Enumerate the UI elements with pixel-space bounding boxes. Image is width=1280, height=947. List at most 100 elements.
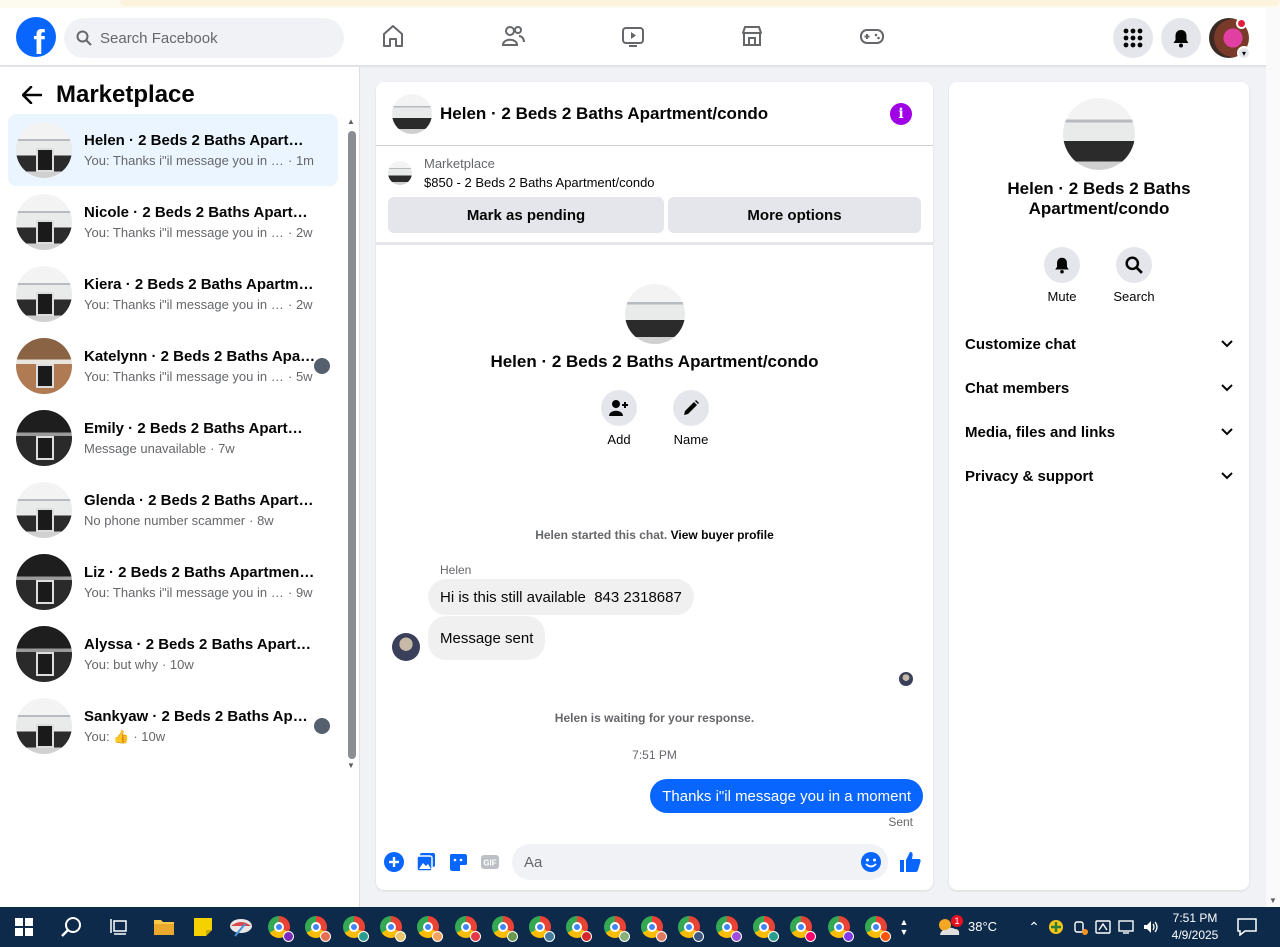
chrome-window-icon[interactable] — [340, 913, 369, 942]
chrome-window-icon[interactable] — [302, 913, 332, 942]
notifications-center-icon[interactable] — [1233, 913, 1261, 941]
volume-icon[interactable] — [1137, 913, 1165, 941]
emoji-icon[interactable] — [859, 850, 883, 874]
add-people-button[interactable]: Add — [589, 390, 649, 447]
listing-banner[interactable]: Marketplace $850 - 2 Beds 2 Baths Apartm… — [388, 156, 655, 190]
marketplace-icon[interactable] — [736, 20, 768, 52]
chrome-window-icon[interactable] — [526, 913, 556, 942]
chrome-window-icon[interactable] — [675, 913, 705, 942]
chrome-window-icon[interactable] — [377, 913, 406, 942]
conversation-item[interactable]: Kiera · 2 Beds 2 Baths Apartment/condo Yo… — [8, 258, 338, 330]
chrome-window-icon[interactable] — [489, 913, 518, 942]
chevron-down-icon[interactable]: ▾ — [1237, 46, 1251, 60]
chrome-window-icon[interactable] — [265, 913, 294, 942]
incoming-message[interactable]: Hi is this still available 843 2318687 — [428, 579, 694, 615]
conversation-name: Sankyaw · 2 Beds 2 Baths Apartment/condo — [84, 707, 316, 725]
browser-top-strip — [0, 0, 1280, 8]
taskbar-search-icon[interactable] — [58, 913, 86, 941]
incoming-message[interactable]: Message sent — [428, 616, 546, 660]
message-input[interactable] — [512, 844, 888, 880]
chrome-window-icon[interactable] — [825, 913, 854, 942]
back-arrow-icon[interactable] — [16, 79, 48, 111]
gaming-icon[interactable] — [856, 20, 888, 52]
page-scrollbar[interactable]: ▼ — [1266, 8, 1280, 907]
weather-icon[interactable]: 1 — [935, 913, 963, 941]
page-title: Marketplace — [56, 81, 195, 108]
sender-avatar[interactable] — [392, 633, 420, 661]
task-view-icon[interactable] — [105, 913, 133, 941]
conversation-item[interactable]: Nicole · 2 Beds 2 Baths Apartment/condo Y… — [8, 186, 338, 258]
conversation-preview: Message unavailable — [84, 441, 207, 456]
chat-title[interactable]: Helen · 2 Beds 2 Baths Apartment/condo — [440, 104, 768, 124]
conversation-item[interactable]: Helen · 2 Beds 2 Baths Apartment/condo Yo… — [8, 114, 338, 186]
conversation-thumbnail — [16, 482, 72, 538]
profile-badge — [805, 931, 817, 942]
windows-start-icon[interactable] — [10, 913, 38, 941]
message-composer: GIF — [376, 842, 933, 882]
conversation-item[interactable]: Katelynn · 2 Beds 2 Baths Apartment/cond… — [8, 330, 338, 402]
temperature[interactable]: 38°C — [968, 919, 997, 934]
chrome-window-icon[interactable] — [862, 913, 891, 942]
chrome-window-icon[interactable] — [713, 913, 742, 942]
notifications-bell-icon[interactable] — [1161, 18, 1201, 58]
chrome-window-icon[interactable] — [563, 913, 593, 942]
chrome-window-icon[interactable] — [452, 913, 481, 942]
snipping-tool-icon[interactable] — [227, 913, 255, 941]
sticky-notes-icon[interactable] — [189, 913, 217, 941]
chrome-window-icon[interactable] — [787, 913, 817, 942]
taskbar-overflow-arrows[interactable]: ▲ ▼ — [897, 909, 911, 945]
network-icon[interactable] — [1112, 913, 1140, 941]
watch-video-icon[interactable] — [617, 20, 649, 52]
search-box[interactable] — [64, 18, 344, 58]
message-timestamp: 7:51 PM — [632, 748, 677, 762]
menu-grid-icon[interactable] — [1113, 18, 1153, 58]
facebook-logo[interactable]: f — [16, 17, 56, 57]
info-icon[interactable]: i — [890, 103, 912, 125]
conversation-item[interactable]: Sankyaw · 2 Beds 2 Baths Apartment/condo… — [8, 690, 338, 762]
search-in-chat-button[interactable]: Search — [1104, 247, 1164, 304]
chat-intro: Helen · 2 Beds 2 Baths Apartment/condo — [376, 284, 933, 372]
profile-badge — [842, 931, 854, 942]
system-clock[interactable]: 7:51 PM 4/9/2025 — [1166, 910, 1224, 944]
chat-members-section[interactable]: Chat members — [965, 368, 1233, 408]
conversation-item[interactable]: Glenda · 2 Beds 2 Baths Apartment/condo N… — [8, 474, 338, 546]
conversation-item[interactable]: Alyssa · 2 Beds 2 Baths Apartment/condo Y… — [8, 618, 338, 690]
file-explorer-icon[interactable] — [150, 913, 178, 941]
plus-circle-icon[interactable] — [382, 850, 406, 874]
gif-icon[interactable]: GIF — [478, 850, 502, 874]
friends-icon[interactable] — [497, 20, 529, 52]
view-buyer-profile-link[interactable]: View buyer profile — [671, 528, 774, 542]
mute-button[interactable]: Mute — [1032, 247, 1092, 304]
home-icon[interactable] — [377, 20, 409, 52]
chrome-window-icon[interactable] — [638, 913, 667, 942]
chrome-window-icon[interactable] — [601, 913, 630, 942]
outgoing-message[interactable]: Thanks i"il message you in a moment — [650, 779, 923, 813]
sticker-icon[interactable] — [446, 850, 470, 874]
search-input[interactable] — [100, 29, 320, 47]
sidebar-scrollbar[interactable]: ▲ ▼ — [346, 117, 358, 770]
conversation-name: Emily · 2 Beds 2 Baths Apartment/condo — [84, 420, 316, 437]
customize-chat-section[interactable]: Customize chat — [965, 324, 1233, 364]
photo-gallery-icon[interactable] — [414, 850, 438, 874]
conversation-name: Glenda · 2 Beds 2 Baths Apartment/condo — [84, 492, 316, 509]
account-avatar[interactable]: ▾ — [1209, 18, 1251, 60]
details-avatar[interactable] — [1063, 98, 1135, 170]
media-files-links-section[interactable]: Media, files and links — [965, 412, 1233, 452]
edit-name-button[interactable]: Name — [661, 390, 721, 447]
conversation-item[interactable]: Liz · 2 Beds 2 Baths Apartment/condo You:… — [8, 546, 338, 618]
conversation-name: Liz · 2 Beds 2 Baths Apartment/condo — [84, 564, 316, 581]
windows-taskbar: ▲ ▼ 1 38°C ⌃ 7:51 PM 4/9/2025 — [0, 907, 1280, 947]
chrome-window-icon[interactable] — [414, 913, 444, 942]
intro-avatar[interactable] — [624, 284, 685, 344]
chat-avatar[interactable] — [392, 93, 432, 134]
conversation-thumbnail — [16, 122, 72, 178]
conversation-item[interactable]: Emily · 2 Beds 2 Baths Apartment/condo Me… — [8, 402, 338, 474]
thumbs-up-icon[interactable] — [898, 850, 922, 874]
more-options-button[interactable]: More options — [668, 197, 921, 233]
conversation-thumbnail — [16, 410, 72, 466]
privacy-support-section[interactable]: Privacy & support — [965, 456, 1233, 496]
profile-badge — [283, 931, 294, 942]
conversation-time: · 9w — [288, 585, 313, 600]
mark-as-pending-button[interactable]: Mark as pending — [388, 197, 664, 233]
chrome-window-icon[interactable] — [750, 913, 779, 942]
